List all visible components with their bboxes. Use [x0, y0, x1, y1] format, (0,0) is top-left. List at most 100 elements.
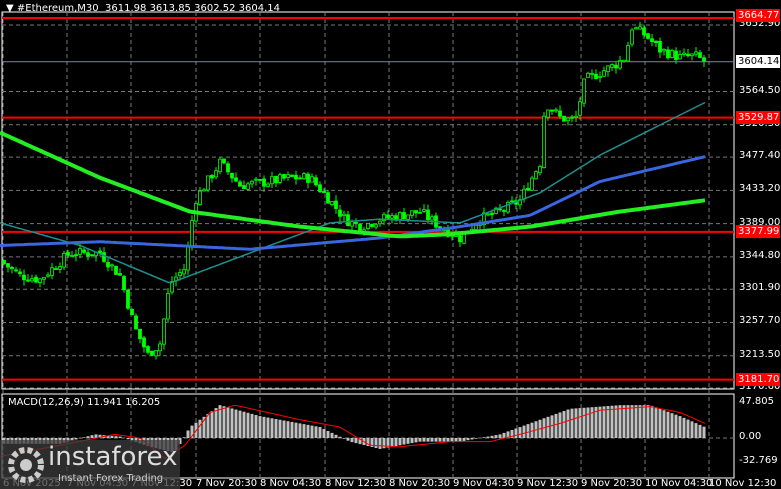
macd-histogram-bar [86, 436, 90, 438]
macd-histogram-bar [118, 436, 122, 438]
macd-histogram-bar [634, 405, 638, 438]
candle-bearish [210, 175, 214, 179]
candle-bearish [666, 49, 670, 59]
candle-bearish [318, 184, 322, 193]
candle-bullish [218, 158, 222, 173]
macd-histogram-bar [342, 438, 346, 439]
candle-bearish [614, 64, 618, 69]
candle-bullish [662, 49, 666, 52]
candle-bullish [246, 183, 250, 190]
macd-histogram-bar [222, 406, 226, 438]
macd-histogram-bar [694, 423, 698, 438]
watermark: instaforex Instant Forex Trading [0, 440, 180, 489]
candle-bearish [114, 265, 118, 275]
candle-bullish [190, 220, 194, 247]
candle-bearish [82, 249, 86, 253]
candle-bullish [38, 278, 42, 283]
macd-histogram-bar [566, 409, 570, 438]
candle-bearish [262, 178, 266, 187]
dropdown-triangle-icon[interactable]: ▼ [6, 3, 14, 14]
candle-bearish [258, 179, 262, 181]
macd-histogram-bar [674, 414, 678, 438]
price-chart[interactable] [0, 0, 781, 489]
candle-bullish [374, 224, 378, 228]
candle-bearish [22, 274, 26, 281]
candle-bearish [686, 53, 690, 57]
candle-bullish [430, 216, 434, 221]
macd-histogram-bar [258, 416, 262, 438]
macd-histogram-bar [554, 413, 558, 438]
candle-bearish [346, 214, 350, 227]
macd-histogram-bar [590, 407, 594, 438]
macd-histogram-bar [214, 408, 218, 438]
candle-bullish [30, 278, 34, 282]
time-tick-label: 8 Nov 12:30 [325, 478, 387, 489]
low: 3602.52 [194, 3, 236, 14]
candle-bearish [294, 174, 298, 180]
candle-bearish [502, 210, 506, 212]
candle-bearish [702, 57, 706, 62]
candle-bullish [342, 213, 346, 217]
macd-histogram-bar [462, 438, 466, 441]
candle-bearish [122, 276, 126, 291]
macd-histogram-bar [654, 407, 658, 438]
macd-histogram-bar [226, 407, 230, 438]
macd-histogram-bar [354, 438, 358, 444]
macd-histogram-bar [318, 427, 322, 438]
candle-bullish [202, 189, 206, 192]
main-panel-frame [1, 11, 735, 390]
candle-bullish [182, 269, 186, 275]
candle-bullish [554, 109, 558, 112]
candle-bullish [366, 222, 370, 229]
candle-bearish [6, 263, 10, 268]
macd-tick-label: 0.00 [739, 431, 762, 442]
candle-bullish [70, 255, 74, 257]
candle-bearish [558, 110, 562, 117]
macd-histogram-bar [670, 413, 674, 438]
watermark-name: instaforex [48, 442, 178, 472]
macd-histogram-bar [418, 438, 422, 442]
watermark-tagline: Instant Forex Trading [58, 473, 164, 484]
macd-histogram-bar [702, 426, 706, 438]
macd-histogram-bar [262, 416, 266, 438]
macd-histogram-bar [502, 432, 506, 438]
level-price-tag: 3377.99 [736, 224, 780, 238]
macd-histogram-bar [338, 436, 342, 438]
macd-histogram-bar [402, 438, 406, 445]
macd-histogram-bar [326, 430, 330, 438]
price-tick-label: 3564.50 [739, 84, 781, 96]
candle-bearish [126, 289, 130, 309]
macd-histogram-bar [242, 411, 246, 438]
candle-bullish [422, 209, 426, 212]
time-tick-label: 7 Nov 20:30 [196, 478, 258, 489]
candle-bearish [274, 176, 278, 184]
macd-histogram-bar [574, 408, 578, 438]
macd-histogram-bar [270, 418, 274, 438]
candle-bearish [426, 209, 430, 221]
candle-bullish [638, 26, 642, 30]
candle-bearish [2, 259, 6, 265]
macd-histogram-bar [110, 435, 114, 438]
macd-histogram-bar [638, 405, 642, 438]
candle-bullish [278, 174, 282, 183]
candle-bullish [270, 176, 274, 185]
candle-bearish [234, 177, 238, 182]
candle-bullish [166, 293, 170, 320]
macd-histogram-bar [586, 407, 590, 438]
macd-histogram-bar [490, 435, 494, 438]
macd-histogram-bar [430, 438, 434, 442]
open: 3611.98 [105, 3, 147, 14]
macd-histogram-bar [666, 411, 670, 438]
macd-histogram-bar [682, 417, 686, 438]
candle-bearish [238, 181, 242, 187]
macd-histogram-bar [610, 405, 614, 438]
macd-histogram-bar [266, 417, 270, 438]
candle-bearish [642, 27, 646, 36]
macd-histogram-bar [398, 438, 402, 446]
moving-average-mid [0, 155, 706, 251]
candle-bullish [546, 109, 550, 118]
candle-bearish [222, 158, 226, 164]
macd-histogram-bar [630, 405, 634, 438]
candle-bullish [390, 215, 394, 219]
macd-histogram-bar [422, 438, 426, 442]
